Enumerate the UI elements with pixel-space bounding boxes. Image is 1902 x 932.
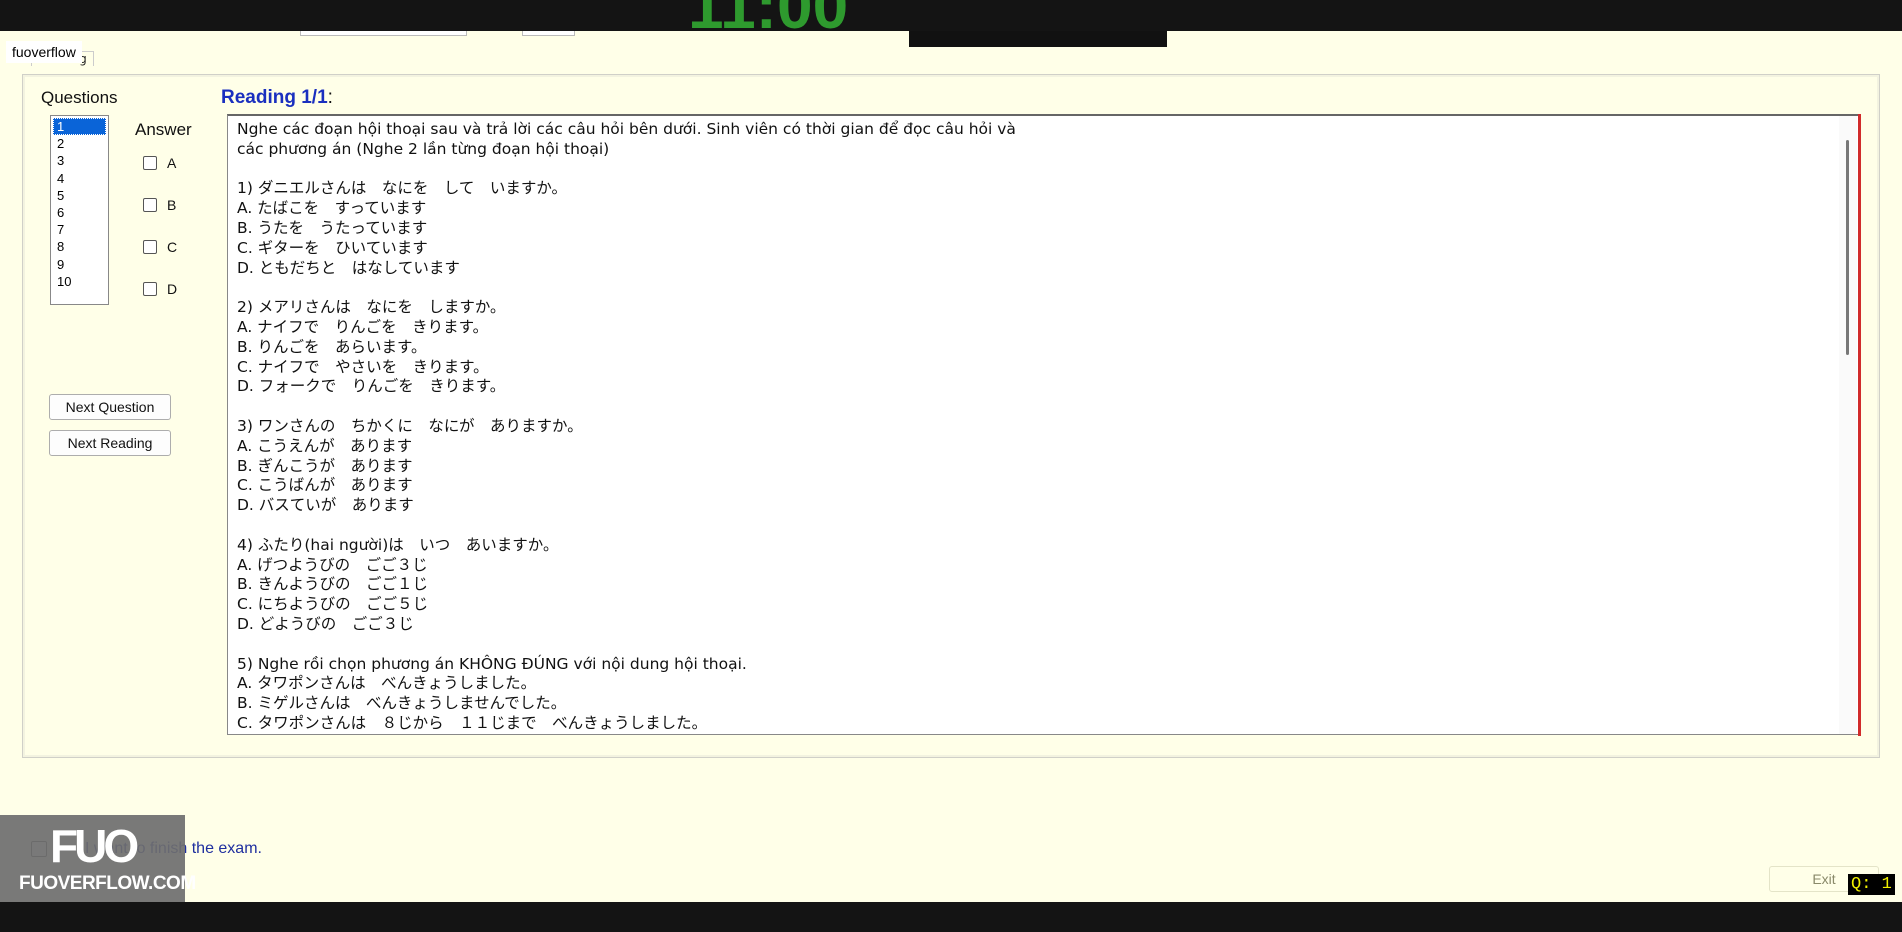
answer-option-label: D — [167, 281, 178, 297]
reading-line: C. ナイフで やさいを きります。 — [237, 357, 489, 376]
next-question-button[interactable]: Next Question — [49, 394, 171, 420]
questions-label: Questions — [41, 88, 118, 107]
media-preview — [909, 31, 1167, 47]
reading-content: Nghe các đoạn hội thoại sau và trả lời c… — [237, 120, 1827, 732]
answer-label: Answer — [135, 120, 192, 139]
reading-line — [237, 278, 1827, 298]
reading-line: A. げつようびの ごご３じ — [237, 555, 428, 574]
answer-option-label: B — [167, 197, 177, 213]
answer-option-label: C — [167, 239, 178, 255]
reading-line: B. ぎんこうが あります — [237, 456, 413, 475]
answer-checkbox-c[interactable] — [143, 240, 157, 254]
reading-line: A. ナイフで りんごを きります。 — [237, 317, 489, 336]
reading-line: A. こうえんが あります — [237, 436, 413, 455]
question-list-item[interactable]: 10 — [53, 273, 106, 290]
watermark-label: fuoverflow — [6, 41, 82, 63]
question-list-item[interactable]: 1 — [53, 118, 106, 136]
reading-line: Nghe các đoạn hội thoại sau và trả lời c… — [237, 120, 1016, 138]
reading-line: 1) ダニエルさんは なにを して いますか。 — [237, 179, 568, 198]
reading-line: B. ミゲルさんは べんきょうしませんでした。 — [237, 694, 567, 713]
reading-line: D. どようびの ごご３じ — [237, 614, 414, 633]
reading-scrollbar[interactable] — [1839, 116, 1857, 734]
reading-title: Reading 1/1: — [221, 87, 333, 109]
reading-title-colon: : — [327, 87, 333, 108]
reading-line: 3) ワンさんの ちかくに なにが ありますか。 — [237, 416, 583, 435]
next-reading-button[interactable]: Next Reading — [49, 430, 171, 456]
reading-line: C. タワポンさんは ８じから １１じまで べんきょうしました。 — [237, 713, 708, 732]
bottom-bar — [0, 902, 1902, 932]
question-badge: Q: 1 — [1848, 874, 1895, 895]
reading-line: D. フォークで りんごを きります。 — [237, 377, 506, 396]
reading-textbox[interactable]: Nghe các đoạn hội thoại sau và trả lời c… — [227, 114, 1859, 735]
answer-option-d[interactable]: D — [143, 281, 177, 297]
reading-line: 2) メアリさんは なにを しますか。 — [237, 298, 506, 317]
reading-line: C. にちようびの ごご５じ — [237, 595, 429, 614]
question-list-item[interactable]: 7 — [53, 221, 106, 238]
scrollbar-thumb[interactable] — [1846, 140, 1849, 355]
reading-line: A. タワポンさんは べんきょうしました。 — [237, 674, 537, 693]
red-border-accent — [1858, 114, 1861, 736]
answer-checkbox-a[interactable] — [143, 156, 157, 170]
reading-line: D. ともだちと はなしています — [237, 258, 460, 277]
top-bar — [0, 0, 1902, 31]
question-list-item[interactable]: 5 — [53, 187, 106, 204]
answer-checkbox-b[interactable] — [143, 198, 157, 212]
question-list[interactable]: 1 2 3 4 5 6 7 8 9 10 — [50, 115, 109, 305]
reading-line — [237, 516, 1827, 536]
reading-line — [237, 635, 1827, 655]
header-field-small[interactable] — [522, 31, 575, 36]
question-list-item[interactable]: 3 — [53, 152, 106, 169]
reading-line: D. バスていが あります — [237, 496, 414, 515]
timer: 11:00 — [688, 0, 849, 42]
answer-option-label: A — [167, 155, 177, 171]
reading-line: B. うたを うたっています — [237, 218, 428, 237]
reading-line: 5) Nghe rồi chọn phương án KHÔNG ĐÚNG vớ… — [237, 654, 747, 673]
reading-line: 4) ふたり(hai người)は いつ あいますか。 — [237, 535, 559, 554]
answer-option-a[interactable]: A — [143, 155, 176, 171]
reading-line: C. こうばんが あります — [237, 476, 413, 495]
question-list-item[interactable]: 4 — [53, 170, 106, 187]
logo-mark: FUO — [50, 820, 139, 872]
header-field[interactable] — [300, 31, 467, 36]
question-list-item[interactable]: 8 — [53, 238, 106, 255]
reading-line — [237, 397, 1827, 417]
reading-line: B. きんようびの ごご１じ — [237, 575, 428, 594]
reading-line: A. たばこを すっています — [237, 199, 427, 218]
question-list-item[interactable]: 9 — [53, 256, 106, 273]
reading-title-text: Reading 1/1 — [221, 87, 328, 108]
reading-line: C. ギターを ひいています — [237, 238, 428, 257]
logo-text: FUOVERFLOW.COM — [19, 873, 196, 894]
answer-option-c[interactable]: C — [143, 239, 177, 255]
fuoverflow-logo: FUO FUOVERFLOW.COM — [0, 815, 196, 902]
reading-line: B. りんごを あらいます。 — [237, 337, 427, 356]
reading-line: các phương án (Nghe 2 lần từng đoạn hội … — [237, 139, 610, 158]
answer-checkbox-d[interactable] — [143, 282, 157, 296]
answer-option-b[interactable]: B — [143, 197, 176, 213]
reading-line — [237, 160, 1827, 180]
question-list-item[interactable]: 6 — [53, 204, 106, 221]
question-list-item[interactable]: 2 — [53, 135, 106, 152]
